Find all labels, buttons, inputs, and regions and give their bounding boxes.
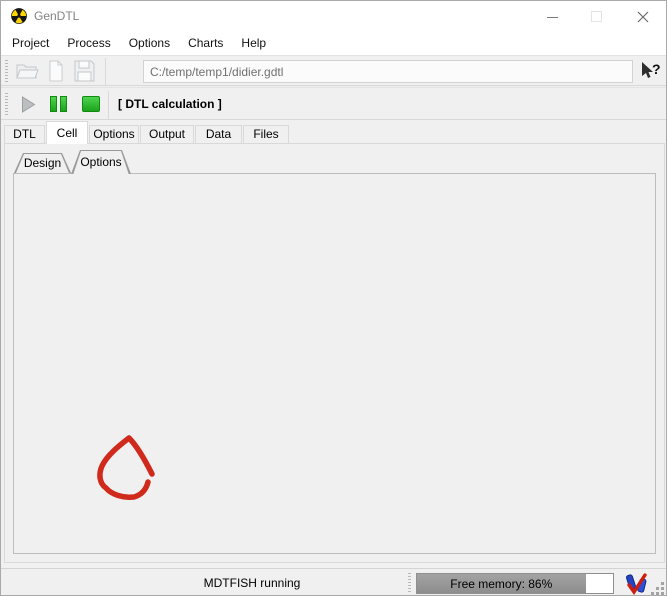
pause-icon[interactable]: [60, 96, 67, 112]
tab-files[interactable]: Files: [243, 125, 289, 144]
window-title: GenDTL: [34, 9, 79, 23]
subtab-design[interactable]: Design: [14, 153, 71, 173]
toolbar-separator: [105, 58, 106, 85]
menu-help[interactable]: Help: [232, 32, 275, 54]
menu-process[interactable]: Process: [58, 32, 119, 54]
stop-icon[interactable]: [82, 96, 100, 112]
menu-bar: Project Process Options Charts Help: [1, 31, 666, 55]
context-help-icon[interactable]: ?: [640, 61, 662, 83]
run-toolbar: [ DTL calculation ]: [1, 87, 666, 120]
menu-project[interactable]: Project: [3, 32, 58, 54]
save-icon[interactable]: [74, 60, 95, 82]
minimize-button[interactable]: [547, 17, 558, 18]
maximize-button[interactable]: [591, 11, 602, 22]
run-status-label: [ DTL calculation ]: [118, 97, 222, 111]
project-path-field[interactable]: [143, 60, 633, 83]
tab-data[interactable]: Data: [195, 125, 242, 144]
toolbar-separator: [108, 91, 109, 119]
tab-options[interactable]: Options: [89, 125, 139, 144]
tools-check-icon[interactable]: [625, 572, 649, 596]
close-button[interactable]: [637, 11, 649, 23]
subtab-options[interactable]: Options: [71, 150, 131, 174]
options-subtab-panel: [13, 173, 656, 554]
resize-grip[interactable]: [661, 592, 664, 595]
tab-cell[interactable]: Cell: [46, 121, 88, 144]
radiation-icon: [11, 8, 27, 24]
play-icon[interactable]: [21, 96, 36, 113]
pause-icon[interactable]: [50, 96, 57, 112]
status-message: MDTFISH running: [152, 576, 352, 590]
memory-progress-bar: Free memory: 86%: [416, 573, 614, 594]
memory-progress-fill: Free memory: 86%: [417, 574, 586, 593]
new-file-icon[interactable]: [48, 60, 64, 82]
open-file-icon[interactable]: [15, 61, 39, 81]
tab-dtl[interactable]: DTL: [4, 125, 45, 144]
file-toolbar: ?: [1, 55, 666, 86]
statusbar-separator: [408, 573, 411, 593]
svg-text:?: ?: [652, 61, 661, 77]
title-bar: GenDTL: [1, 1, 666, 31]
toolbar-grip[interactable]: [5, 93, 8, 115]
tab-output[interactable]: Output: [140, 125, 194, 144]
toolbar-grip[interactable]: [5, 60, 8, 82]
menu-options[interactable]: Options: [120, 32, 179, 54]
menu-charts[interactable]: Charts: [179, 32, 232, 54]
status-bar: MDTFISH running Free memory: 86%: [1, 568, 666, 596]
app-window: GenDTL Project Process Options Charts He…: [0, 0, 667, 596]
